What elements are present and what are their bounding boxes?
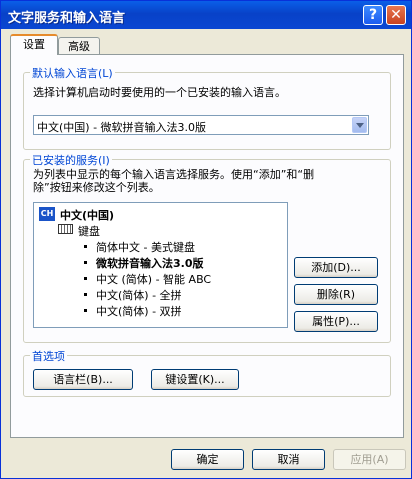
default-language-select[interactable]: 中文(中国) - 微软拼音输入法3.0版 xyxy=(33,115,369,135)
properties-button[interactable]: 属性(P)... xyxy=(294,311,378,332)
keyboard-icon xyxy=(58,224,73,234)
ok-button[interactable]: 确定 xyxy=(171,449,244,470)
key-settings-button[interactable]: 键设置(K)... xyxy=(151,369,239,390)
apply-button[interactable]: 应用(A) xyxy=(333,449,406,470)
title-bar[interactable]: 文字服务和输入语言 ? ✕ xyxy=(1,1,411,29)
cancel-button[interactable]: 取消 xyxy=(252,449,325,470)
bullet-icon xyxy=(84,277,87,280)
bullet-icon xyxy=(84,261,87,264)
tree-item-smart-abc[interactable]: 中文 (简体) - 智能 ABC xyxy=(96,271,211,287)
tree-item-quanpin[interactable]: 中文(简体) - 全拼 xyxy=(96,287,182,303)
tree-item-microsoft-pinyin[interactable]: 微软拼音输入法3.0版 xyxy=(96,255,204,271)
tab-advanced[interactable]: 高级 xyxy=(58,37,100,55)
default-language-legend: 默认输入语言(L) xyxy=(30,65,115,81)
default-language-value: 中文(中国) - 微软拼音输入法3.0版 xyxy=(37,121,207,134)
language-bar-button[interactable]: 语言栏(B)... xyxy=(33,369,133,390)
tab-settings[interactable]: 设置 xyxy=(10,34,58,55)
language-flag-icon: CH xyxy=(39,207,55,221)
bullet-icon xyxy=(84,293,87,296)
services-tree[interactable]: CH 中文(中国) 键盘 简体中文 - 美式键盘 微软拼音输入法3.0版 中文 … xyxy=(33,202,288,328)
tree-item-us-keyboard[interactable]: 简体中文 - 美式键盘 xyxy=(96,239,195,255)
preferences-legend: 首选项 xyxy=(30,348,67,364)
help-button[interactable]: ? xyxy=(363,5,383,25)
tree-language-node[interactable]: 中文(中国) xyxy=(60,207,114,223)
remove-button[interactable]: 删除(R) xyxy=(294,284,378,305)
dialog-window: 文字服务和输入语言 ? ✕ 设置 高级 默认输入语言(L) 选择计算机启动时要使… xyxy=(0,0,412,479)
bullet-icon xyxy=(84,245,87,248)
installed-services-description-2: 除”按钮来修改这个列表。 xyxy=(33,181,160,194)
add-button[interactable]: 添加(D)... xyxy=(294,257,378,278)
tree-item-shuangpin[interactable]: 中文(简体) - 双拼 xyxy=(96,303,182,319)
dropdown-arrow-icon[interactable] xyxy=(352,117,367,133)
window-title: 文字服务和输入语言 xyxy=(8,11,126,26)
close-button[interactable]: ✕ xyxy=(386,5,406,25)
tree-keyboard-node[interactable]: 键盘 xyxy=(78,223,100,239)
default-language-description: 选择计算机启动时要使用的一个已安装的输入语言。 xyxy=(33,86,286,99)
bullet-icon xyxy=(84,309,87,312)
